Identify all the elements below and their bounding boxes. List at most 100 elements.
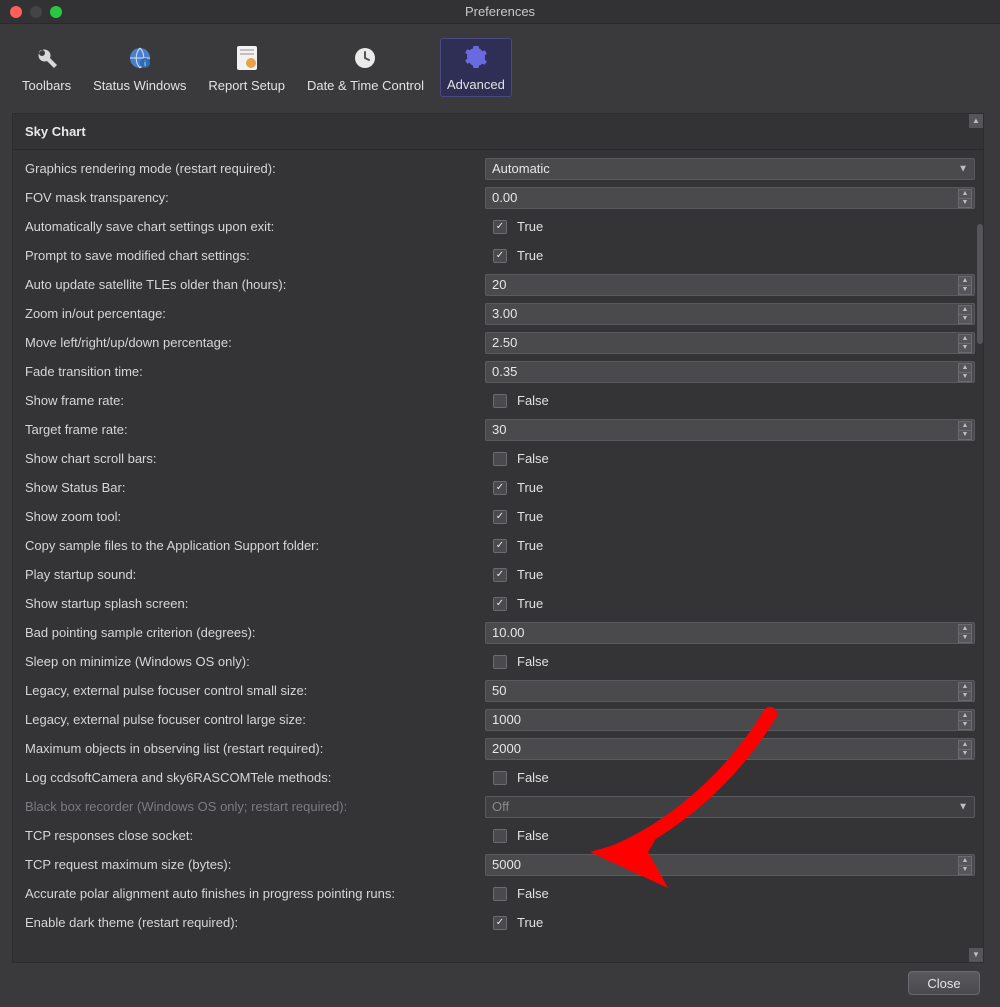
tab-label: Toolbars — [22, 78, 71, 93]
stepper-down-icon[interactable]: ▼ — [958, 344, 972, 353]
stepper-up-icon[interactable]: ▲ — [958, 711, 972, 721]
checkbox-input[interactable]: False — [485, 767, 975, 789]
checkbox-input[interactable]: False — [485, 651, 975, 673]
setting-label: Show zoom tool: — [25, 509, 485, 524]
settings-rows: Graphics rendering mode (restart require… — [13, 150, 983, 962]
numeric-input[interactable]: 0.00▲▼ — [485, 187, 975, 209]
stepper-down-icon[interactable]: ▼ — [958, 286, 972, 295]
stepper-up-icon[interactable]: ▲ — [958, 624, 972, 634]
setting-label: Fade transition time: — [25, 364, 485, 379]
stepper-up-icon[interactable]: ▲ — [958, 363, 972, 373]
checkbox-input[interactable]: True — [485, 535, 975, 557]
numeric-input[interactable]: 2.50▲▼ — [485, 332, 975, 354]
stepper-down-icon[interactable]: ▼ — [958, 692, 972, 701]
numeric-input[interactable]: 50▲▼ — [485, 680, 975, 702]
setting-row: Log ccdsoftCamera and sky6RASCOMTele met… — [25, 763, 975, 792]
scrollbar-thumb[interactable] — [977, 224, 983, 344]
stepper-up-icon[interactable]: ▲ — [958, 682, 972, 692]
checkbox-box[interactable] — [493, 481, 507, 495]
numeric-input[interactable]: 5000▲▼ — [485, 854, 975, 876]
tab-label: Date & Time Control — [307, 78, 424, 93]
checkbox-input[interactable]: True — [485, 216, 975, 238]
checkbox-box[interactable] — [493, 394, 507, 408]
stepper-down-icon[interactable]: ▼ — [958, 431, 972, 440]
checkbox-box[interactable] — [493, 597, 507, 611]
select-input: Off▼ — [485, 796, 975, 818]
checkbox-input[interactable]: True — [485, 564, 975, 586]
setting-row: Target frame rate:30▲▼ — [25, 415, 975, 444]
checkbox-input[interactable]: False — [485, 883, 975, 905]
checkbox-box[interactable] — [493, 510, 507, 524]
tab-advanced[interactable]: Advanced — [440, 38, 512, 97]
stepper-up-icon[interactable]: ▲ — [958, 421, 972, 431]
checkbox-input[interactable]: True — [485, 506, 975, 528]
stepper-up-icon[interactable]: ▲ — [958, 305, 972, 315]
checkbox-input[interactable]: True — [485, 593, 975, 615]
tab-status-windows[interactable]: i Status Windows — [87, 40, 192, 97]
setting-row: Maximum objects in observing list (resta… — [25, 734, 975, 763]
stepper-down-icon[interactable]: ▼ — [958, 866, 972, 875]
checkbox-box[interactable] — [493, 655, 507, 669]
numeric-input[interactable]: 3.00▲▼ — [485, 303, 975, 325]
setting-label: FOV mask transparency: — [25, 190, 485, 205]
tab-date-time-control[interactable]: Date & Time Control — [301, 40, 430, 97]
scroll-up-button[interactable]: ▲ — [969, 114, 983, 128]
checkbox-input[interactable]: False — [485, 390, 975, 412]
setting-label: Play startup sound: — [25, 567, 485, 582]
checkbox-box[interactable] — [493, 249, 507, 263]
setting-row: Show startup splash screen: True — [25, 589, 975, 618]
stepper-down-icon[interactable]: ▼ — [958, 199, 972, 208]
numeric-input[interactable]: 20▲▼ — [485, 274, 975, 296]
stepper-up-icon[interactable]: ▲ — [958, 856, 972, 866]
stepper-up-icon[interactable]: ▲ — [958, 740, 972, 750]
settings-panel: ▲ ▼ Sky Chart Graphics rendering mode (r… — [12, 113, 984, 963]
stepper-up-icon[interactable]: ▲ — [958, 189, 972, 199]
scroll-down-button[interactable]: ▼ — [969, 948, 983, 962]
checkbox-box[interactable] — [493, 771, 507, 785]
tab-toolbars[interactable]: Toolbars — [16, 40, 77, 97]
checkbox-box[interactable] — [493, 539, 507, 553]
setting-label: Log ccdsoftCamera and sky6RASCOMTele met… — [25, 770, 485, 785]
checkbox-value-label: True — [517, 480, 543, 495]
select-input[interactable]: Automatic▼ — [485, 158, 975, 180]
tab-report-setup[interactable]: Report Setup — [202, 40, 291, 97]
checkbox-input[interactable]: False — [485, 825, 975, 847]
checkbox-input[interactable]: True — [485, 477, 975, 499]
checkbox-value-label: True — [517, 596, 543, 611]
setting-row: Accurate polar alignment auto finishes i… — [25, 879, 975, 908]
checkbox-input[interactable]: True — [485, 912, 975, 934]
numeric-input[interactable]: 0.35▲▼ — [485, 361, 975, 383]
setting-row: Bad pointing sample criterion (degrees):… — [25, 618, 975, 647]
checkbox-input[interactable]: False — [485, 448, 975, 470]
stepper-down-icon[interactable]: ▼ — [958, 373, 972, 382]
checkbox-box[interactable] — [493, 452, 507, 466]
tab-label: Advanced — [447, 77, 505, 92]
checkbox-box[interactable] — [493, 568, 507, 582]
setting-row: Fade transition time:0.35▲▼ — [25, 357, 975, 386]
setting-label: Auto update satellite TLEs older than (h… — [25, 277, 485, 292]
setting-row: Copy sample files to the Application Sup… — [25, 531, 975, 560]
checkbox-box[interactable] — [493, 887, 507, 901]
checkbox-box[interactable] — [493, 916, 507, 930]
numeric-input[interactable]: 30 ▲▼ — [485, 419, 975, 441]
numeric-input[interactable]: 10.00▲▼ — [485, 622, 975, 644]
checkbox-box[interactable] — [493, 220, 507, 234]
setting-label: Enable dark theme (restart required): — [25, 915, 485, 930]
stepper-up-icon[interactable]: ▲ — [958, 334, 972, 344]
stepper-down-icon[interactable]: ▼ — [958, 634, 972, 643]
stepper-down-icon[interactable]: ▼ — [958, 750, 972, 759]
setting-label: Black box recorder (Windows OS only; res… — [25, 799, 485, 814]
checkbox-box[interactable] — [493, 829, 507, 843]
setting-label: Show chart scroll bars: — [25, 451, 485, 466]
close-button[interactable]: Close — [908, 971, 980, 995]
stepper-up-icon[interactable]: ▲ — [958, 276, 972, 286]
setting-label: TCP request maximum size (bytes): — [25, 857, 485, 872]
numeric-input[interactable]: 2000▲▼ — [485, 738, 975, 760]
stepper-down-icon[interactable]: ▼ — [958, 721, 972, 730]
setting-row: Show Status Bar:True — [25, 473, 975, 502]
numeric-input[interactable]: 1000▲▼ — [485, 709, 975, 731]
stepper-down-icon[interactable]: ▼ — [958, 315, 972, 324]
checkbox-input[interactable]: True — [485, 245, 975, 267]
numeric-value: 30 — [492, 422, 506, 437]
setting-label: Show startup splash screen: — [25, 596, 485, 611]
